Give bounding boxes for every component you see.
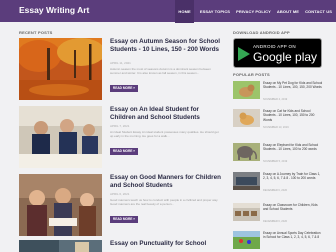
popular-post-thumbnail[interactable] [233, 81, 260, 99]
download-app-heading: DOWNLOAD ANDROID APP [233, 30, 290, 35]
post-date: APRIL 6, 2021 [110, 192, 130, 196]
popular-post-date: NOVEMBER 4, 2019 [263, 98, 288, 101]
popular-post-title[interactable]: Essay on Cat for Kids and School Student… [263, 109, 323, 122]
popular-post-title[interactable]: Essay on Classroom for Children, Kids an… [263, 203, 323, 212]
post-thumbnail[interactable] [19, 106, 102, 168]
site-logo[interactable]: Essay Writing Art [19, 5, 89, 15]
popular-post-item[interactable]: Essay on Elephant for Kids and School St… [232, 143, 324, 165]
popular-post-date: NOVEMBER 13, 2019 [263, 126, 289, 129]
post-card: Essay on An Ideal Student for Children a… [19, 106, 223, 168]
post-card: Essay on Punctuality for School [19, 240, 223, 252]
popular-post-thumbnail[interactable] [233, 231, 260, 249]
popular-post-item[interactable]: Essay on Classroom for Children, Kids an… [232, 203, 324, 225]
nav-contact-us[interactable]: CONTACT US [305, 9, 332, 14]
site-header: Essay Writing Art HOME ESSAY TOPICS PRIV… [0, 0, 336, 23]
badge-small-text: ANDROID APP ON [253, 44, 296, 49]
popular-post-date: DECEMBER 6, 2020 [263, 189, 288, 192]
popular-post-thumbnail[interactable] [233, 143, 260, 161]
post-card: Essay on Good Manners for Children and S… [19, 174, 223, 236]
post-thumbnail[interactable] [19, 240, 102, 252]
popular-post-item[interactable]: Essay on Cat for Kids and School Student… [232, 109, 324, 131]
post-snippet: Good manners teach us how to conduct wit… [110, 198, 219, 206]
popular-posts-heading: POPULAR POSTS [233, 72, 270, 77]
play-store-icon [238, 47, 250, 61]
popular-post-thumbnail[interactable] [233, 109, 260, 127]
post-title[interactable]: Essay on An Ideal Student for Children a… [110, 106, 224, 122]
popular-post-item[interactable]: Essay on My Pet Dog for Kids and School … [232, 81, 324, 103]
post-title[interactable]: Essay on Punctuality for School [110, 240, 224, 248]
popular-post-date: DECEMBER 6, 2020 [263, 220, 288, 223]
read-more-button[interactable]: READ MORE » [110, 85, 138, 92]
popular-post-item[interactable]: Essay on Annual Sports Day Celebration i… [232, 231, 324, 252]
post-date: APRIL 11, 2021 [110, 61, 131, 65]
read-more-button[interactable]: READ MORE » [110, 148, 138, 155]
badge-big-text: Google play [253, 50, 318, 64]
recent-posts-heading: RECENT POSTS [19, 30, 53, 35]
popular-post-title[interactable]: Essay on Annual Sports Day Celebration i… [263, 231, 323, 240]
popular-post-date: NOVEMBER 5, 2019 [263, 160, 288, 163]
popular-post-title[interactable]: Essay on A Journey by Train for Class 1,… [263, 172, 323, 181]
google-play-badge[interactable]: ANDROID APP ON Google play [233, 38, 322, 68]
post-title[interactable]: Essay on Autumn Season for School Studen… [110, 38, 224, 54]
post-snippet: An Ideal Student Essay An ideal student … [110, 130, 219, 138]
nav-home[interactable]: HOME [175, 0, 194, 23]
nav-essay-topics[interactable]: ESSAY TOPICS [200, 9, 230, 14]
nav-about-me[interactable]: ABOUT ME [277, 9, 299, 14]
main-nav: HOME ESSAY TOPICS PRIVACY POLICY ABOUT M… [169, 0, 332, 23]
post-date: APRIL 7, 2021 [110, 124, 130, 128]
post-snippet: Autumn season the most of seasons Autumn… [110, 67, 211, 75]
read-more-button[interactable]: READ MORE » [110, 216, 138, 223]
popular-post-thumbnail[interactable] [233, 172, 260, 190]
popular-post-item[interactable]: Essay on A Journey by Train for Class 1,… [232, 172, 324, 194]
popular-post-title[interactable]: Essay on Elephant for Kids and School St… [263, 143, 323, 152]
nav-privacy-policy[interactable]: PRIVACY POLICY [236, 9, 271, 14]
post-card: Essay on Autumn Season for School Studen… [19, 38, 223, 100]
popular-post-thumbnail[interactable] [233, 203, 260, 221]
popular-post-title[interactable]: Essay on My Pet Dog for Kids and School … [263, 81, 323, 90]
post-thumbnail[interactable] [19, 174, 102, 236]
post-title[interactable]: Essay on Good Manners for Children and S… [110, 174, 224, 190]
post-thumbnail[interactable] [19, 38, 102, 100]
